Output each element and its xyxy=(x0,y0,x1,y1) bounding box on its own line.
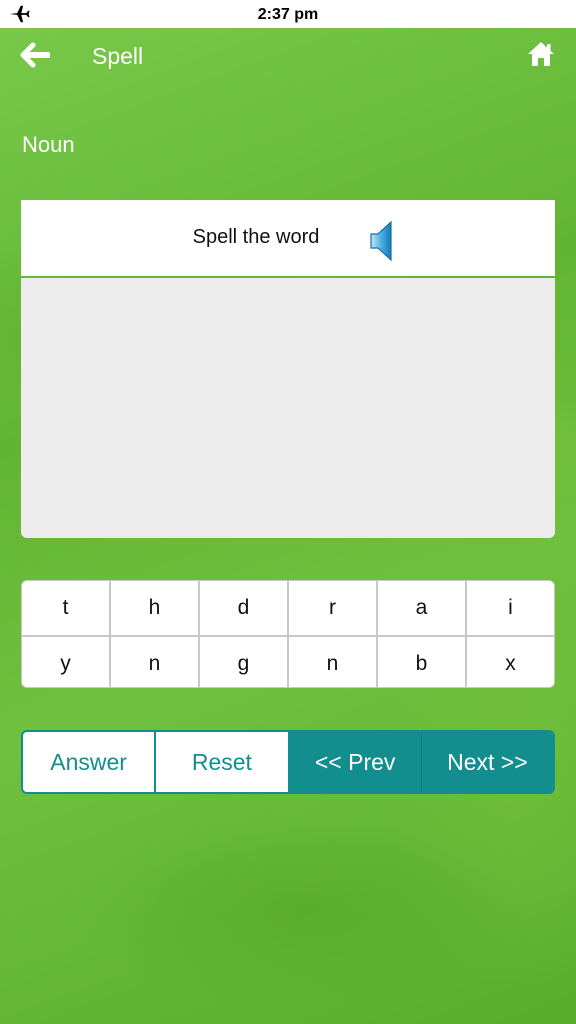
nav-bar: Spell xyxy=(0,28,576,84)
next-button[interactable]: Next >> xyxy=(420,732,553,792)
back-arrow-icon[interactable] xyxy=(20,42,50,68)
letter-tile[interactable]: b xyxy=(378,637,465,687)
reset-button[interactable]: Reset xyxy=(154,732,288,792)
letter-tile[interactable]: i xyxy=(467,581,554,635)
letter-tile[interactable]: a xyxy=(378,581,465,635)
part-of-speech-label: Noun xyxy=(22,132,75,157)
letter-grid: t h d r a i y n g n b x xyxy=(21,580,555,688)
prompt-text: Spell the word xyxy=(192,226,320,248)
prompt-box: Spell the word xyxy=(21,200,555,276)
speaker-icon[interactable] xyxy=(369,218,397,264)
home-icon[interactable] xyxy=(526,40,556,68)
letter-tile[interactable]: h xyxy=(111,581,198,635)
answer-button[interactable]: Answer xyxy=(23,732,155,792)
letter-tile[interactable]: x xyxy=(467,637,554,687)
status-bar: 2:37 pm xyxy=(0,0,576,28)
status-time: 2:37 pm xyxy=(257,6,319,23)
letter-tile[interactable]: d xyxy=(200,581,287,635)
action-bar: Answer Reset << Prev Next >> xyxy=(21,730,555,794)
letter-tile[interactable]: t xyxy=(22,581,109,635)
page-title: Spell xyxy=(92,43,144,69)
answer-area[interactable] xyxy=(21,278,555,538)
prev-button[interactable]: << Prev xyxy=(287,732,421,792)
letter-tile[interactable]: n xyxy=(289,637,376,687)
letter-tile[interactable]: g xyxy=(200,637,287,687)
letter-tile[interactable]: y xyxy=(22,637,109,687)
letter-tile[interactable]: n xyxy=(111,637,198,687)
letter-tile[interactable]: r xyxy=(289,581,376,635)
